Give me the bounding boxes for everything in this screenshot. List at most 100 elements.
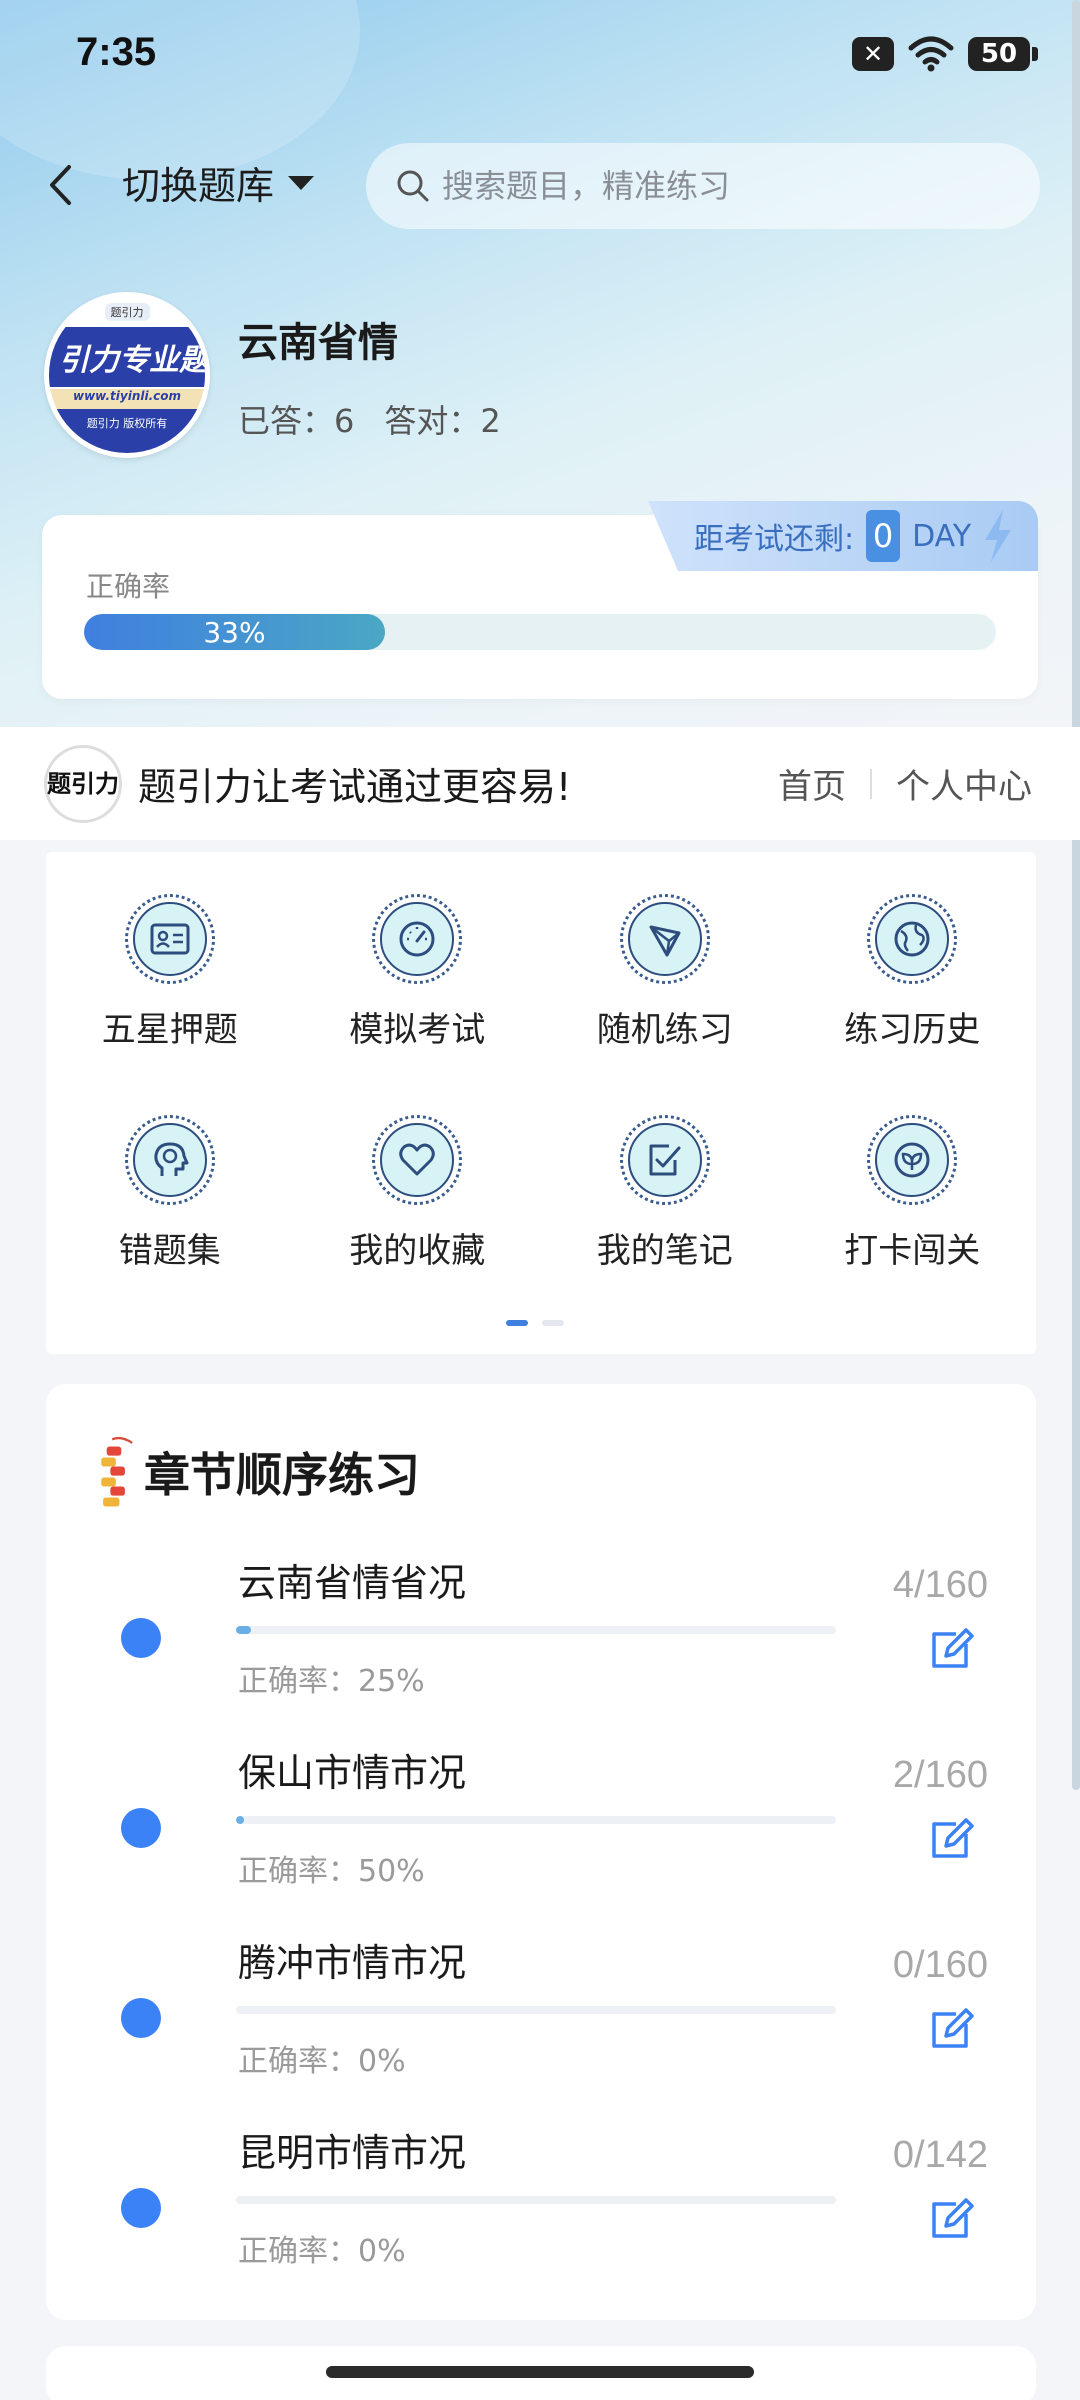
brand-logo-text: 题引力 (47, 769, 119, 798)
notification-x-icon: ✕ (852, 37, 894, 71)
feature-wrong-questions[interactable]: 错题集 (46, 1115, 294, 1272)
countdown-label: 距考试还剩: (694, 522, 855, 557)
avatar-top-text: 题引力 (104, 303, 150, 321)
chapter-count: 0/142 (892, 2134, 988, 2176)
feature-label: 我的收藏 (349, 1231, 486, 1271)
feature-label: 打卡闯关 (844, 1231, 981, 1271)
head-brain-icon (154, 1142, 189, 1176)
chapter-progress-fill (236, 1626, 251, 1634)
avatar-banner: 引力专业题 (49, 327, 205, 387)
feature-five-star[interactable]: 五星押题 (46, 894, 294, 1051)
avatar-bottom-text: 题引力 版权所有 (49, 409, 205, 453)
back-button[interactable] (40, 150, 80, 220)
chapter-accuracy: 正确率：0% (238, 2234, 406, 2269)
status-time: 7:35 (76, 30, 157, 74)
wifi-icon (908, 36, 954, 72)
search-input[interactable] (442, 167, 1002, 205)
caret-down-icon (288, 175, 315, 190)
page-dot (542, 1320, 564, 1326)
chapter-accuracy: 正确率：50% (238, 1854, 425, 1889)
promo-links: 首页 个人中心 (778, 727, 1032, 840)
chapter-count: 4/160 (892, 1564, 988, 1606)
feature-label: 随机练习 (596, 1010, 733, 1050)
lightning-icon (985, 510, 1012, 562)
search-icon (397, 170, 429, 202)
switch-bank-label: 切换题库 (122, 164, 275, 208)
profile-center-link[interactable]: 个人中心 (896, 759, 1032, 808)
chapter-section-header: 章节顺序练习 (94, 1430, 420, 1514)
feature-label: 错题集 (118, 1231, 221, 1271)
feature-practice-history[interactable]: 练习历史 (789, 894, 1037, 1051)
speedometer-icon (399, 921, 435, 957)
switch-bank-button[interactable]: 切换题库 (122, 155, 315, 210)
chapter-count: 2/160 (892, 1754, 988, 1796)
feature-random-practice[interactable]: 随机练习 (541, 894, 789, 1051)
accuracy-progress-bar: 33% (84, 614, 996, 650)
subject-title: 云南省情 (238, 320, 398, 366)
chapter-item[interactable]: 腾冲市情市况 正确率：0% 0/160 (46, 1932, 1036, 2122)
answer-stats: 已答：6 答对：2 (238, 396, 501, 442)
leaf-badge-icon (894, 1142, 930, 1178)
chapter-bullet (121, 2188, 161, 2228)
promo-strip: 题引力 题引力让考试通过更容易! 首页 个人中心 (0, 727, 1080, 840)
chapter-name: 云南省情省况 (238, 1561, 467, 1605)
edit-icon[interactable] (926, 2196, 974, 2244)
status-bar: 7:35 ✕ 50 (0, 0, 1080, 120)
home-link[interactable]: 首页 (778, 759, 846, 808)
chapter-section-title: 章节顺序练习 (144, 1448, 420, 1502)
status-icons: ✕ 50 (852, 36, 1038, 72)
chapter-progress-fill (236, 1816, 244, 1824)
brand-logo: 题引力 (44, 744, 122, 823)
search-bar[interactable] (366, 143, 1040, 229)
home-indicator[interactable] (326, 2366, 754, 2378)
feature-label: 练习历史 (844, 1010, 981, 1050)
edit-icon[interactable] (926, 2006, 974, 2054)
correct-count: 答对：2 (384, 402, 501, 440)
id-card-icon (150, 923, 190, 955)
chapter-name: 昆明市情市况 (238, 2131, 467, 2175)
chapter-bullet (121, 1618, 161, 1658)
link-divider (870, 768, 872, 799)
accuracy-label: 正确率 (86, 570, 171, 603)
chapter-progress-bar (236, 1816, 836, 1824)
feature-label: 我的笔记 (596, 1231, 733, 1271)
chapter-accuracy: 正确率：25% (238, 1664, 425, 1699)
feature-notes[interactable]: 我的笔记 (541, 1115, 789, 1272)
exam-countdown-badge: 距考试还剩: 0 DAY (648, 501, 1038, 571)
chapter-bullet (121, 1998, 161, 2038)
accuracy-progress-fill: 33% (84, 614, 385, 650)
feature-favorites[interactable]: 我的收藏 (294, 1115, 542, 1272)
chapter-progress-bar (236, 2196, 836, 2204)
random-network-icon (649, 925, 681, 957)
chevron-left-icon (50, 165, 71, 205)
bank-avatar: 题引力 引力专业题 www.tiyinli.com 题引力 版权所有 (44, 292, 210, 458)
edit-icon[interactable] (926, 1626, 974, 1674)
avatar-url: www.tiyinli.com (49, 389, 205, 409)
feature-label: 五星押题 (101, 1010, 238, 1050)
chapter-progress-bar (236, 1626, 836, 1634)
note-check-icon (649, 1144, 681, 1176)
edit-icon[interactable] (926, 1816, 974, 1864)
chapter-item[interactable]: 云南省情省况 正确率：25% 4/160 (46, 1552, 1036, 1742)
scrollbar[interactable] (1072, 0, 1080, 1790)
page-dot-active (506, 1320, 528, 1326)
chapter-item[interactable]: 保山市情市况 正确率：50% 2/160 (46, 1742, 1036, 1932)
chapter-item[interactable]: 昆明市情市况 正确率：0% 0/142 (46, 2122, 1036, 2312)
countdown-unit: DAY (912, 518, 972, 554)
chapter-name: 保山市情市况 (238, 1751, 467, 1795)
answered-count: 已答：6 (238, 402, 355, 440)
battery-icon: 50 (968, 37, 1038, 71)
chapter-bullet (121, 1808, 161, 1848)
accuracy-card: 距考试还剩: 0 DAY 正确率 33% (42, 501, 1038, 699)
chapter-practice-card: 章节顺序练习 云南省情省况 正确率：25% 4/160 保山市情市况 正确率：5… (46, 1384, 1036, 2320)
accuracy-percent: 33% (203, 615, 266, 649)
feature-grid-card: 五星押题 模拟考试 随机练习 练习历史 错题集 我的收藏 我的笔记 打卡闯关 (46, 852, 1036, 1354)
feature-checkin[interactable]: 打卡闯关 (789, 1115, 1037, 1272)
page-indicator (506, 1320, 564, 1326)
feature-mock-exam[interactable]: 模拟考试 (294, 894, 542, 1051)
chapter-accuracy: 正确率：0% (238, 2044, 406, 2079)
firecracker-icon (101, 1436, 133, 1507)
chapter-count: 0/160 (892, 1944, 988, 1986)
heart-icon (399, 1143, 435, 1176)
chapter-name: 腾冲市情市况 (238, 1941, 467, 1985)
